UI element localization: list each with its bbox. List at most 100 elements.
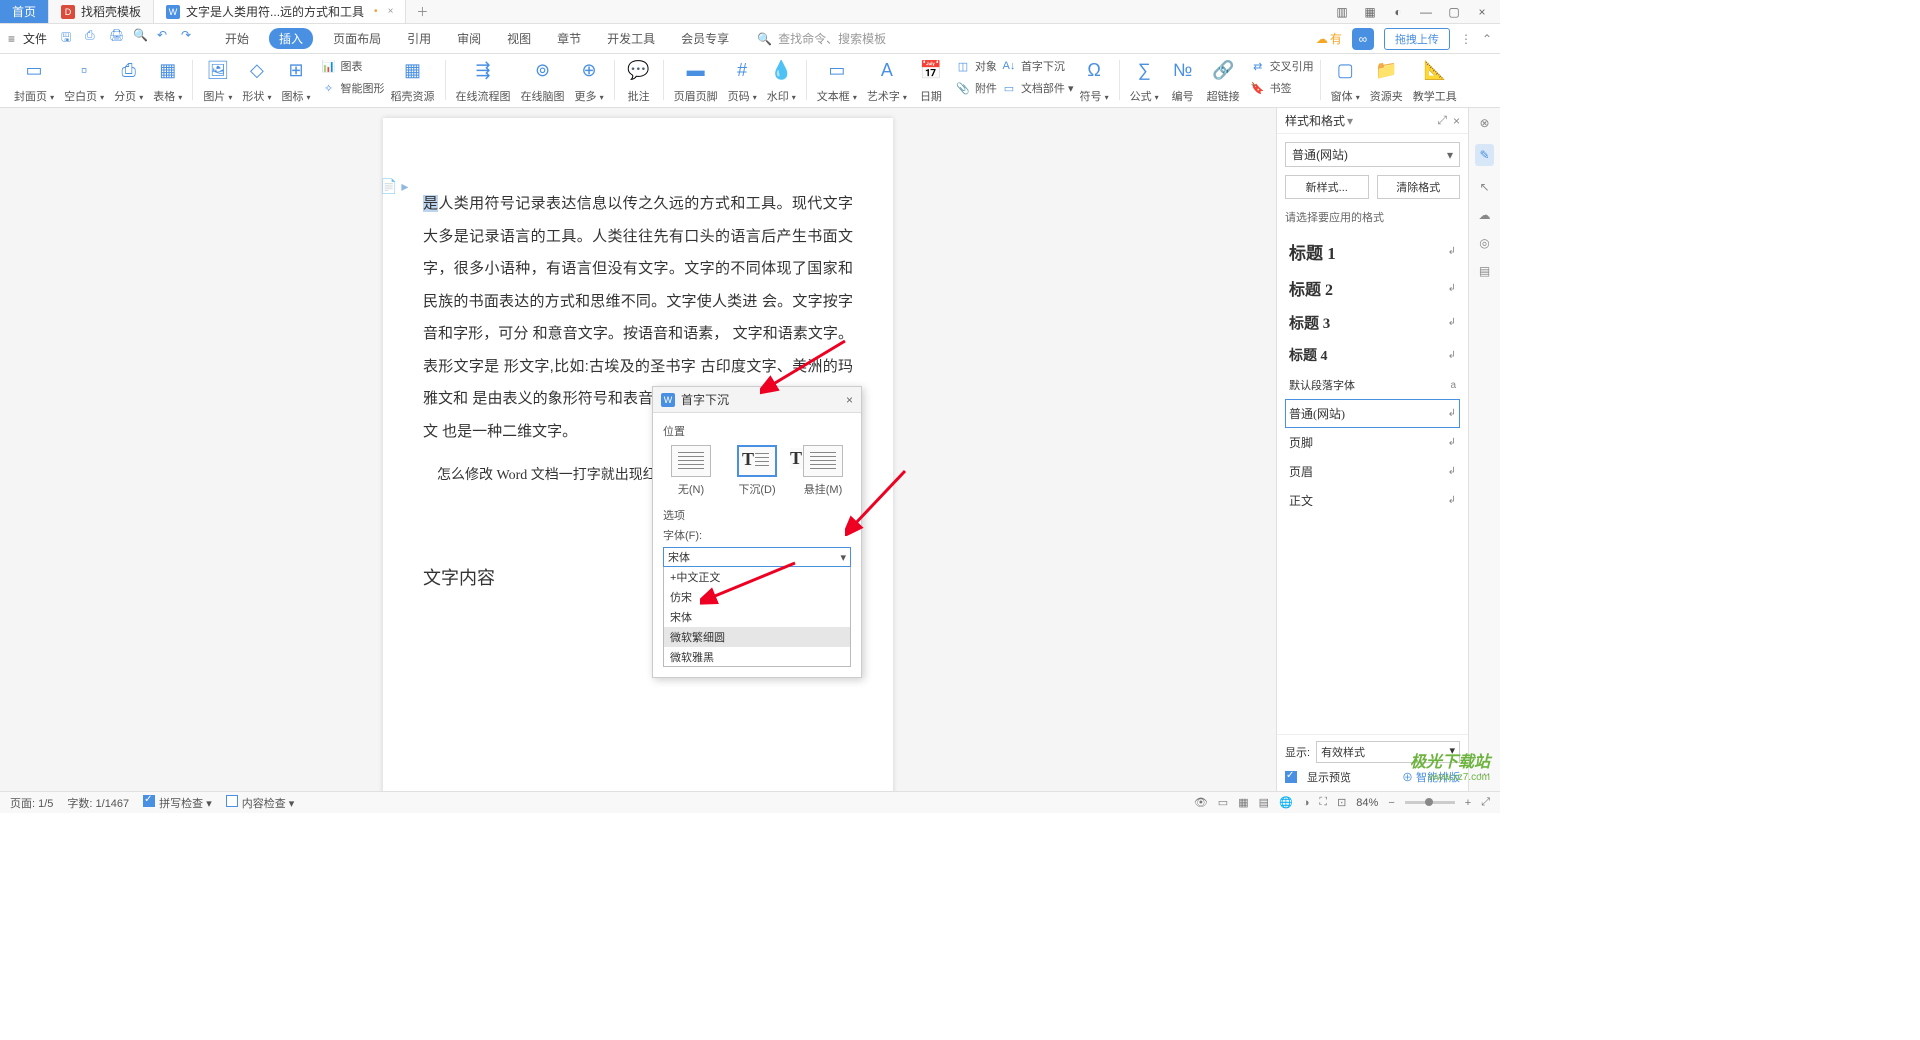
clear-format-button[interactable]: 清除格式	[1377, 175, 1461, 199]
ribbon-窗体[interactable]: ▢窗体 ▾	[1327, 58, 1364, 104]
globe-icon[interactable]: 🌐	[1279, 796, 1293, 809]
ribbon-超链接[interactable]: 🔗超链接	[1203, 58, 1244, 104]
rail-check-icon[interactable]: ▤	[1479, 264, 1490, 278]
menu-tab-4[interactable]: 审阅	[451, 28, 487, 49]
ribbon-形状[interactable]: ◇形状 ▾	[238, 58, 275, 104]
fit-icon[interactable]: ⛶	[1319, 796, 1327, 809]
style-item[interactable]: 默认段落字体a	[1285, 371, 1460, 399]
zoom-value[interactable]: 84%	[1356, 797, 1378, 809]
minimize-icon[interactable]: —	[1416, 2, 1436, 22]
ribbon-crossref[interactable]: ⇄交叉引用	[1250, 58, 1314, 74]
status-spell[interactable]: 拼写检查 ▾	[143, 795, 212, 811]
ribbon-批注[interactable]: 💬批注	[621, 58, 657, 104]
font-option[interactable]: 宋体	[664, 607, 850, 627]
menu-tab-2[interactable]: 页面布局	[327, 28, 387, 49]
file-menu[interactable]: 文件	[23, 30, 47, 47]
save-icon[interactable]: 🖫	[61, 28, 77, 49]
menu-tab-1[interactable]: 插入	[269, 28, 313, 49]
status-page[interactable]: 页面: 1/5	[10, 795, 53, 811]
ribbon-在线流程图[interactable]: ⇶在线流程图	[452, 58, 515, 104]
menu-tab-8[interactable]: 会员专享	[675, 28, 735, 49]
style-item[interactable]: 标题 4↲	[1285, 339, 1460, 371]
option-none[interactable]: 无(N)	[671, 445, 711, 497]
ribbon-编号[interactable]: №编号	[1165, 58, 1201, 104]
ribbon-页码[interactable]: #页码 ▾	[724, 58, 761, 104]
preview-checkbox[interactable]	[1285, 771, 1297, 783]
maximize-icon[interactable]: ▢	[1444, 2, 1464, 22]
ribbon-页眉页脚[interactable]: ▬页眉页脚	[670, 58, 722, 104]
new-style-button[interactable]: 新样式...	[1285, 175, 1369, 199]
font-dropdown[interactable]: 宋体▾	[663, 547, 851, 567]
ribbon-smartart[interactable]: ✧智能图形	[321, 80, 385, 96]
close-window-icon[interactable]: ×	[1472, 2, 1492, 22]
ribbon-表格[interactable]: ▦表格 ▾	[149, 58, 186, 104]
tab-template[interactable]: D 找稻壳模板	[49, 0, 154, 23]
ribbon-稻壳资源[interactable]: ▦稻壳资源	[387, 58, 439, 104]
ribbon-attach[interactable]: 📎附件 ▭文档部件 ▾	[955, 80, 1074, 96]
zoom-fit-icon[interactable]: ⊡	[1337, 796, 1346, 809]
rail-more-icon[interactable]: ⋯	[1479, 767, 1491, 781]
tab-home[interactable]: 首页	[0, 0, 49, 23]
ribbon-水印[interactable]: 💧水印 ▾	[763, 58, 800, 104]
option-dropped[interactable]: T 下沉(D)	[737, 445, 777, 497]
view-web-icon[interactable]: ▦	[1238, 796, 1248, 809]
undo-icon[interactable]: ↶	[157, 28, 173, 49]
ribbon-在线脑图[interactable]: ⊚在线脑图	[517, 58, 569, 104]
menu-tab-7[interactable]: 开发工具	[601, 28, 661, 49]
status-content[interactable]: 内容检查 ▾	[226, 795, 295, 811]
ribbon-艺术字[interactable]: A艺术字 ▾	[863, 58, 911, 104]
style-item[interactable]: 标题 1↲	[1285, 233, 1460, 270]
document-area[interactable]: 是人类用符号记录表达信息以传之久远的方式和工具。现代文字大多是记录语言的工具。人…	[0, 108, 1276, 791]
view-outline-icon[interactable]: ▤	[1259, 796, 1269, 809]
redo-icon[interactable]: ↷	[181, 28, 197, 49]
ribbon-公式[interactable]: ∑公式 ▾	[1126, 58, 1163, 104]
ribbon-图片[interactable]: 🖼图片 ▾	[199, 58, 236, 104]
ribbon-资源夹[interactable]: 📁资源夹	[1366, 58, 1407, 104]
zoom-in-icon[interactable]: +	[1465, 797, 1471, 809]
output-icon[interactable]: ⎙	[85, 28, 101, 49]
style-item[interactable]: 页眉↲	[1285, 457, 1460, 486]
status-words[interactable]: 字数: 1/1467	[67, 795, 129, 811]
drag-upload-button[interactable]: 拖拽上传	[1384, 28, 1450, 50]
font-list[interactable]: +中文正文仿宋宋体微软繁细圆微软雅黑微软雅黑 Light	[663, 567, 851, 667]
rail-style-icon[interactable]: ⊗	[1479, 116, 1489, 130]
font-option[interactable]: +中文正文	[664, 567, 850, 587]
tab-add[interactable]: ＋	[406, 0, 438, 23]
print-icon[interactable]: 🖨	[109, 28, 125, 49]
night-icon[interactable]: ◑	[1303, 797, 1310, 809]
window-split-icon[interactable]: ▥	[1332, 2, 1352, 22]
ribbon-分页[interactable]: ⎙分页 ▾	[110, 58, 147, 104]
eye-icon[interactable]: 👁	[1194, 796, 1208, 809]
rail-select-icon[interactable]: ↖	[1479, 180, 1489, 194]
ribbon-图标[interactable]: ⊞图标 ▾	[277, 58, 314, 104]
ribbon-chart[interactable]: 📊图表	[321, 58, 385, 74]
smart-layout-link[interactable]: ⊕ 智能排版	[1402, 769, 1460, 785]
style-item[interactable]: 标题 2↲	[1285, 270, 1460, 306]
view-page-icon[interactable]: ▭	[1218, 796, 1228, 809]
rail-shape-icon[interactable]: ☁	[1479, 208, 1491, 222]
ribbon-封面页[interactable]: ▭封面页 ▾	[10, 58, 58, 104]
font-option[interactable]: 微软雅黑	[664, 647, 850, 667]
rail-locate-icon[interactable]: ◎	[1479, 236, 1489, 250]
font-option[interactable]: 仿宋	[664, 587, 850, 607]
style-item[interactable]: 正文↲	[1285, 486, 1460, 515]
apps-icon[interactable]: ▦	[1360, 2, 1380, 22]
avatar-icon[interactable]: ◐	[1388, 2, 1408, 22]
cloud-badge-icon[interactable]: ∞	[1352, 28, 1374, 50]
ribbon-object[interactable]: ◫对象 A↓首字下沉	[955, 58, 1074, 74]
panel-close-icon[interactable]: ×	[1453, 114, 1460, 128]
style-item[interactable]: 标题 3↲	[1285, 306, 1460, 339]
show-select[interactable]: 有效样式▾	[1316, 741, 1460, 763]
style-item[interactable]: 普通(网站)↲	[1285, 399, 1460, 428]
pin-icon[interactable]: ⤢	[1437, 113, 1447, 128]
close-icon[interactable]: ×	[388, 6, 394, 17]
fullscreen-icon[interactable]: ⤢	[1481, 796, 1490, 809]
zoom-slider[interactable]	[1405, 801, 1455, 804]
ribbon-日期[interactable]: 📅日期	[913, 58, 949, 104]
menu-tab-5[interactable]: 视图	[501, 28, 537, 49]
ribbon-更多[interactable]: ⊕更多 ▾	[571, 58, 608, 104]
preview-icon[interactable]: 🔍	[133, 28, 149, 49]
ribbon-文本框[interactable]: ▭文本框 ▾	[813, 58, 861, 104]
hamburger-icon[interactable]: ≡	[8, 32, 15, 46]
ribbon-bookmark[interactable]: 🔖书签	[1250, 80, 1314, 96]
